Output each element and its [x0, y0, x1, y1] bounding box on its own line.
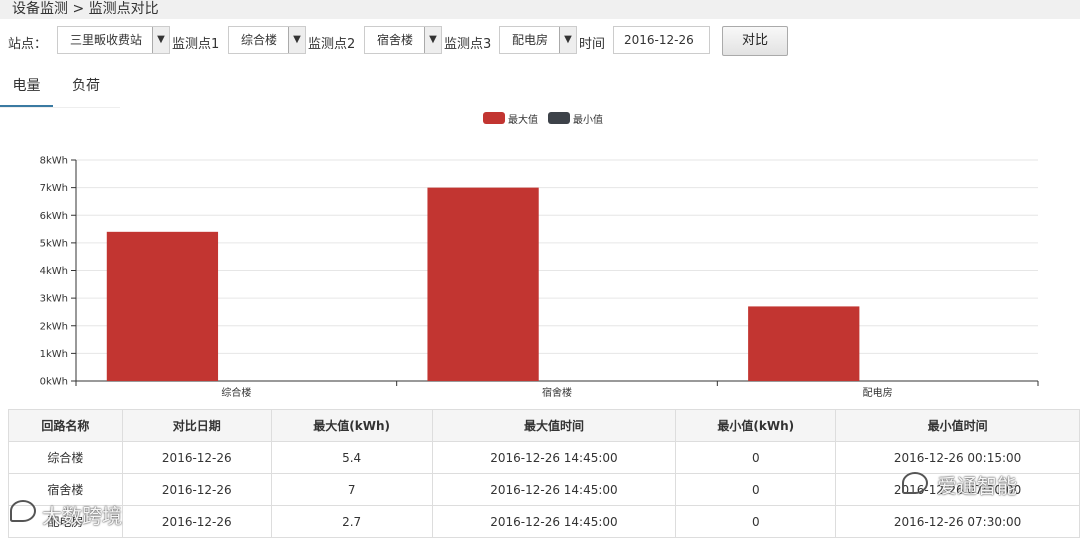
x-tick-label: 综合楼 [221, 386, 251, 399]
table-cell: 2.7 [270, 505, 433, 538]
watermark-right: 爱通智能 [937, 474, 1017, 498]
table-cell: 5.4 [270, 441, 433, 474]
legend-label-min[interactable]: 最小值 [573, 111, 603, 126]
point2-select-value: 宿舍楼 [377, 33, 414, 47]
y-tick-label: 7kWh [40, 183, 68, 194]
wechat-logo-icon [902, 472, 928, 494]
chevron-down-icon[interactable]: ▼ [424, 27, 441, 53]
column-header: 最小值时间 [835, 409, 1080, 442]
legend-swatch-min[interactable] [548, 112, 570, 124]
table-cell: 7 [270, 473, 433, 506]
table-row: 配电房 2016-12-26 2.7 2016-12-26 14:45:00 0… [8, 505, 1080, 538]
point3-select[interactable]: 配电房 ▼ [499, 26, 577, 54]
station-select-value: 三里畈收费站 [70, 33, 143, 47]
table-cell: 0 [675, 441, 837, 474]
column-header: 最大值时间 [431, 409, 677, 442]
table-header-row: 回路名称 对比日期 最大值(kWh) 最大值时间 最小值(kWh) 最小值时间 [8, 409, 1080, 442]
point1-label: 监测点1 [172, 37, 220, 52]
chevron-down-icon[interactable]: ▼ [152, 27, 169, 53]
watermark-left: 大数跨境 [42, 504, 122, 528]
bar-chart: 0kWh 1kWh 2kWh 3kWh 4kWh 5kWh 6kWh 7kWh 8kWh 综合楼 宿… [40, 156, 1039, 399]
y-tick-label: 8kWh [40, 156, 68, 167]
column-header: 回路名称 [8, 409, 123, 442]
tabs-divider [0, 107, 120, 108]
table-cell: 0 [675, 505, 837, 538]
legend-label-max[interactable]: 最大值 [508, 111, 538, 126]
point3-label: 监测点3 [444, 37, 492, 52]
table-cell: 2016-12-26 14:45:00 [431, 473, 677, 506]
filter-bar: 站点： 三里畈收费站 ▼ 监测点1 综合楼 ▼ 监测点2 宿舍楼 ▼ 监测点3 … [0, 26, 1080, 56]
table-cell: 2016-12-26 [121, 505, 272, 538]
table-cell: 2016-12-26 00:15:00 [835, 441, 1080, 474]
time-label: 时间 [579, 37, 606, 52]
point2-label: 监测点2 [308, 37, 356, 52]
date-input[interactable]: 2016-12-26 [613, 26, 710, 54]
wechat-logo-icon [10, 500, 36, 522]
tab-electricity[interactable]: 电量 [0, 70, 53, 108]
table-row: 综合楼 2016-12-26 5.4 2016-12-26 14:45:00 0… [8, 441, 1080, 474]
x-tick-label: 配电房 [863, 386, 893, 399]
station-select[interactable]: 三里畈收费站 ▼ [57, 26, 170, 54]
table-cell: 综合楼 [8, 441, 123, 474]
table-cell: 0 [675, 473, 837, 506]
breadcrumb: 设备监测 > 监测点对比 [0, 0, 1080, 19]
chevron-down-icon[interactable]: ▼ [559, 27, 576, 53]
table-cell: 2016-12-26 14:45:00 [431, 505, 677, 538]
y-tick-label: 0kWh [40, 377, 68, 388]
station-label: 站点： [8, 37, 48, 52]
column-header: 最小值(kWh) [675, 409, 837, 442]
legend-swatch-max[interactable] [483, 112, 505, 124]
point3-select-value: 配电房 [512, 33, 549, 47]
y-tick-label: 1kWh [40, 349, 68, 360]
bar-max [106, 231, 219, 381]
bar-max [748, 306, 860, 381]
table-cell: 2016-12-26 07:30:00 [835, 505, 1080, 538]
table-cell: 2016-12-26 14:45:00 [431, 441, 677, 474]
y-tick-label: 4kWh [40, 266, 68, 277]
table-cell: 2016-12-26 [121, 473, 272, 506]
y-tick-label: 3kWh [40, 294, 68, 305]
y-tick-label: 5kWh [40, 238, 68, 249]
point2-select[interactable]: 宿舍楼 ▼ [364, 26, 442, 54]
bar-max [427, 187, 539, 381]
point1-select-value: 综合楼 [241, 33, 278, 47]
compare-button[interactable]: 对比 [722, 26, 788, 56]
table-cell: 2016-12-26 [121, 441, 272, 474]
tab-load[interactable]: 负荷 [59, 70, 113, 108]
chart-legend: 最大值 最小值 [0, 110, 1080, 126]
y-tick-label: 6kWh [40, 211, 68, 222]
x-tick-label: 宿舍楼 [542, 386, 572, 399]
chevron-down-icon[interactable]: ▼ [288, 27, 305, 53]
column-header: 最大值(kWh) [270, 409, 433, 442]
column-header: 对比日期 [121, 409, 272, 442]
point1-select[interactable]: 综合楼 ▼ [228, 26, 306, 54]
y-tick-label: 2kWh [40, 321, 68, 332]
